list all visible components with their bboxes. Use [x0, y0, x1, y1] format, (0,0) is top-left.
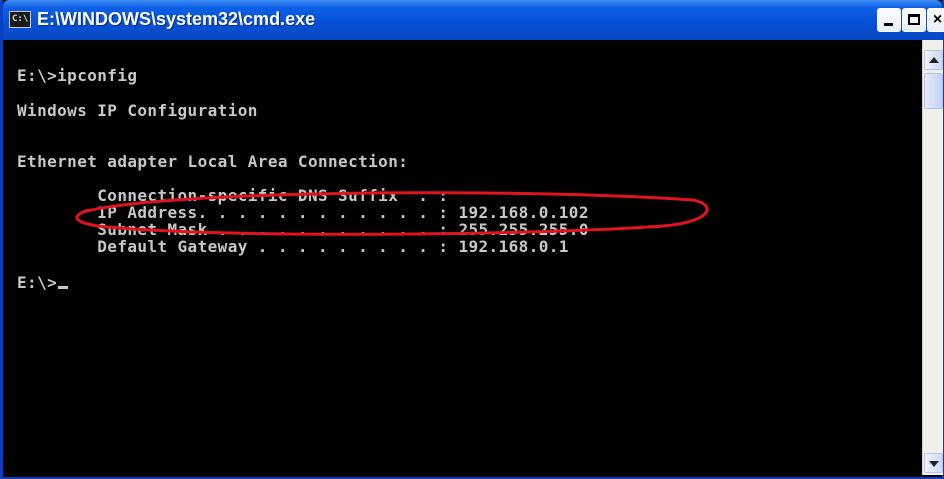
close-button[interactable]: ×: [927, 8, 944, 32]
title-bar[interactable]: C:\ E:\WINDOWS\system32\cmd.exe ×: [3, 0, 944, 40]
cmd-icon[interactable]: C:\: [9, 11, 31, 28]
maximize-icon: [908, 14, 920, 25]
cmd-window: C:\ E:\WINDOWS\system32\cmd.exe × E:\>ip…: [0, 0, 944, 479]
scroll-up-arrow-icon: [929, 57, 939, 63]
scroll-down-button[interactable]: [924, 453, 943, 473]
minimize-button[interactable]: [877, 8, 901, 32]
ip-address-highlight-ellipse: [75, 191, 709, 236]
maximize-button[interactable]: [902, 8, 926, 32]
window-title: E:\WINDOWS\system32\cmd.exe: [37, 9, 316, 29]
scroll-down-arrow-icon: [929, 461, 939, 467]
vertical-scrollbar[interactable]: [922, 40, 943, 475]
scroll-up-button[interactable]: [924, 50, 943, 70]
console-output[interactable]: E:\>ipconfig Windows IP Configuration Et…: [3, 40, 919, 475]
highlight-ellipse-path: [75, 191, 709, 236]
minimize-icon: [884, 23, 893, 26]
scroll-thumb[interactable]: [924, 73, 943, 109]
